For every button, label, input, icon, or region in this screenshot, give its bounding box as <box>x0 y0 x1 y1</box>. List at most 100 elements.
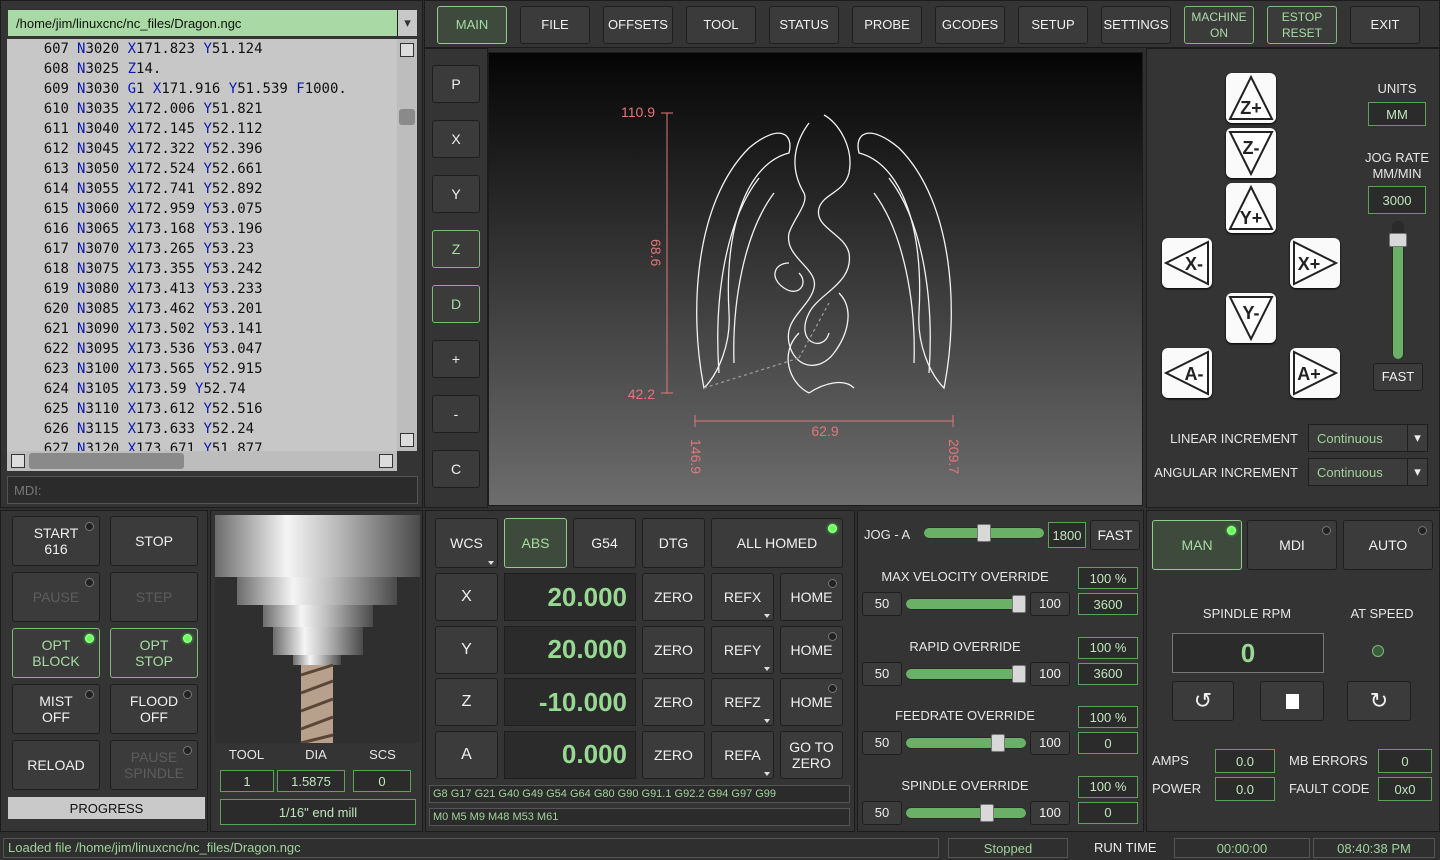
tab-tool[interactable]: TOOL <box>686 6 756 44</box>
rapid-override-handle[interactable] <box>1012 664 1026 683</box>
spindle-stop-button[interactable] <box>1260 681 1324 721</box>
spindle-override-max-button[interactable]: 100 <box>1030 800 1070 825</box>
gcode-line[interactable]: 616 N3065 X173.168 Y53.196 <box>7 219 397 239</box>
rapid-override-slider[interactable] <box>906 664 1026 683</box>
gcode-view[interactable]: 607 N3020 X171.823 Y51.124 608 N3025 Z14. 60… <box>7 39 397 451</box>
tool-number[interactable]: 1 <box>220 770 274 792</box>
reload-button[interactable]: RELOAD <box>12 740 100 790</box>
tab-settings[interactable]: SETTINGS <box>1101 6 1171 44</box>
mist-button[interactable]: MIST OFF <box>12 684 100 734</box>
gcode-line[interactable]: 613 N3050 X172.524 Y52.661 <box>7 159 397 179</box>
abs-button[interactable]: ABS <box>504 518 567 568</box>
view-button-y[interactable]: Y <box>432 175 480 213</box>
tab-estop-reset[interactable]: ESTOP RESET <box>1267 6 1337 44</box>
view-button-z[interactable]: Z <box>432 230 480 268</box>
spindle-override-slider[interactable] <box>906 803 1026 822</box>
tool-scs[interactable]: 0 <box>353 770 411 792</box>
feedrate-override-slider[interactable] <box>906 734 1026 752</box>
gcode-line[interactable]: 610 N3035 X172.006 Y51.821 <box>7 99 397 119</box>
feedrate-override-max-button[interactable]: 100 <box>1030 731 1070 755</box>
jog-a-fast-button[interactable]: FAST <box>1090 520 1140 550</box>
file-path-combo[interactable]: /home/jim/linuxcnc/nc_files/Dragon.ngc ▾ <box>7 9 418 37</box>
max-velocity-override-max-button[interactable]: 100 <box>1030 592 1070 616</box>
jog-rate-value[interactable]: 3000 <box>1368 186 1426 214</box>
home-button-a[interactable]: GO TO ZERO <box>780 730 843 779</box>
vertical-scrollbar[interactable] <box>397 39 417 451</box>
g54-button[interactable]: G54 <box>573 518 636 568</box>
jog-x-minus-button[interactable]: X- <box>1162 238 1212 288</box>
gcode-line[interactable]: 619 N3080 X173.413 Y53.233 <box>7 279 397 299</box>
chevron-down-icon[interactable]: ▾ <box>1407 425 1427 451</box>
tab-exit[interactable]: EXIT <box>1350 6 1420 44</box>
gcode-line[interactable]: 617 N3070 X173.265 Y53.23 <box>7 239 397 259</box>
gcode-line[interactable]: 607 N3020 X171.823 Y51.124 <box>7 39 397 59</box>
zero-button-y[interactable]: ZERO <box>642 625 705 674</box>
max-velocity-override-handle[interactable] <box>1012 595 1026 613</box>
jog-a-slider[interactable] <box>924 524 1044 542</box>
tab-main[interactable]: MAIN <box>437 6 507 44</box>
linear-increment-select[interactable]: Continuous ▾ <box>1308 424 1428 452</box>
mode-auto-button[interactable]: AUTO <box>1343 520 1433 570</box>
angular-increment-select[interactable]: Continuous ▾ <box>1308 458 1428 486</box>
gcode-line[interactable]: 615 N3060 X172.959 Y53.075 <box>7 199 397 219</box>
opt-block-button[interactable]: OPT BLOCK <box>12 628 100 678</box>
spindle-override-handle[interactable] <box>980 803 995 822</box>
gcode-line[interactable]: 621 N3090 X173.502 Y53.141 <box>7 319 397 339</box>
jog-a-minus-button[interactable]: A- <box>1162 348 1212 398</box>
chevron-down-icon[interactable]: ▾ <box>1407 459 1427 485</box>
jog-a-value[interactable]: 1800 <box>1048 522 1086 548</box>
units-value[interactable]: MM <box>1368 102 1426 126</box>
tab-gcodes[interactable]: GCODES <box>935 6 1005 44</box>
flood-button[interactable]: FLOOD OFF <box>110 684 198 734</box>
home-button-z[interactable]: HOME <box>780 678 843 726</box>
gcode-line[interactable]: 611 N3040 X172.145 Y52.112 <box>7 119 397 139</box>
jog-z-plus-button[interactable]: Z+ <box>1226 73 1276 123</box>
gcode-line[interactable]: 623 N3100 X173.565 Y52.915 <box>7 359 397 379</box>
mdi-input[interactable]: MDI: <box>7 476 418 504</box>
gcode-line[interactable]: 626 N3115 X173.633 Y52.24 <box>7 419 397 439</box>
scroll-thumb[interactable] <box>399 109 415 125</box>
scroll-left-arrow[interactable] <box>11 454 25 468</box>
jog-z-minus-button[interactable]: Z- <box>1226 128 1276 178</box>
view-button-zoom-in[interactable]: + <box>432 340 480 378</box>
tab-file[interactable]: FILE <box>520 6 590 44</box>
jog-a-handle[interactable] <box>977 524 991 542</box>
tab-setup[interactable]: SETUP <box>1018 6 1088 44</box>
zero-button-a[interactable]: ZERO <box>642 730 705 779</box>
cycle-stop-button[interactable]: STOP <box>110 516 198 566</box>
zero-button-z[interactable]: ZERO <box>642 678 705 726</box>
jog-rate-handle[interactable] <box>1389 233 1407 248</box>
gcode-line[interactable]: 612 N3045 X172.322 Y52.396 <box>7 139 397 159</box>
rapid-override-min-button[interactable]: 50 <box>862 661 902 686</box>
gcode-line[interactable]: 614 N3055 X172.741 Y52.892 <box>7 179 397 199</box>
spindle-override-min-button[interactable]: 50 <box>862 800 902 825</box>
ref-button-a[interactable]: REFA <box>711 730 774 779</box>
view-button-d[interactable]: D <box>432 285 480 323</box>
ref-button-y[interactable]: REFY <box>711 625 774 674</box>
scroll-up-arrow[interactable] <box>400 43 414 57</box>
spindle-cw-button[interactable]: ↻ <box>1347 681 1411 721</box>
view-button-clear[interactable]: C <box>432 450 480 488</box>
h-scroll-thumb[interactable] <box>29 453 184 469</box>
home-button-x[interactable]: HOME <box>780 573 843 621</box>
tab-machine-on[interactable]: MACHINE ON <box>1184 6 1254 44</box>
jog-fast-button[interactable]: FAST <box>1373 363 1423 391</box>
chevron-down-icon[interactable]: ▾ <box>397 10 417 36</box>
pause-spindle-button[interactable]: PAUSE SPINDLE <box>110 740 198 790</box>
scroll-down-arrow[interactable] <box>400 433 414 447</box>
tool-diameter[interactable]: 1.5875 <box>277 770 345 792</box>
view-button-x[interactable]: X <box>432 120 480 158</box>
gcode-line[interactable]: 608 N3025 Z14. <box>7 59 397 79</box>
zero-button-x[interactable]: ZERO <box>642 573 705 621</box>
opt-stop-button[interactable]: OPT STOP <box>110 628 198 678</box>
spindle-ccw-button[interactable]: ↺ <box>1172 681 1234 721</box>
mode-mdi-button[interactable]: MDI <box>1247 520 1337 570</box>
step-button[interactable]: STEP <box>110 572 198 622</box>
tab-probe[interactable]: PROBE <box>852 6 922 44</box>
wcs-button[interactable]: WCS <box>435 518 498 568</box>
scroll-right-arrow[interactable] <box>379 454 393 468</box>
gcode-line[interactable]: 624 N3105 X173.59 Y52.74 <box>7 379 397 399</box>
gcode-line[interactable]: 622 N3095 X173.536 Y53.047 <box>7 339 397 359</box>
max-velocity-override-min-button[interactable]: 50 <box>862 592 902 616</box>
tab-status[interactable]: STATUS <box>769 6 839 44</box>
